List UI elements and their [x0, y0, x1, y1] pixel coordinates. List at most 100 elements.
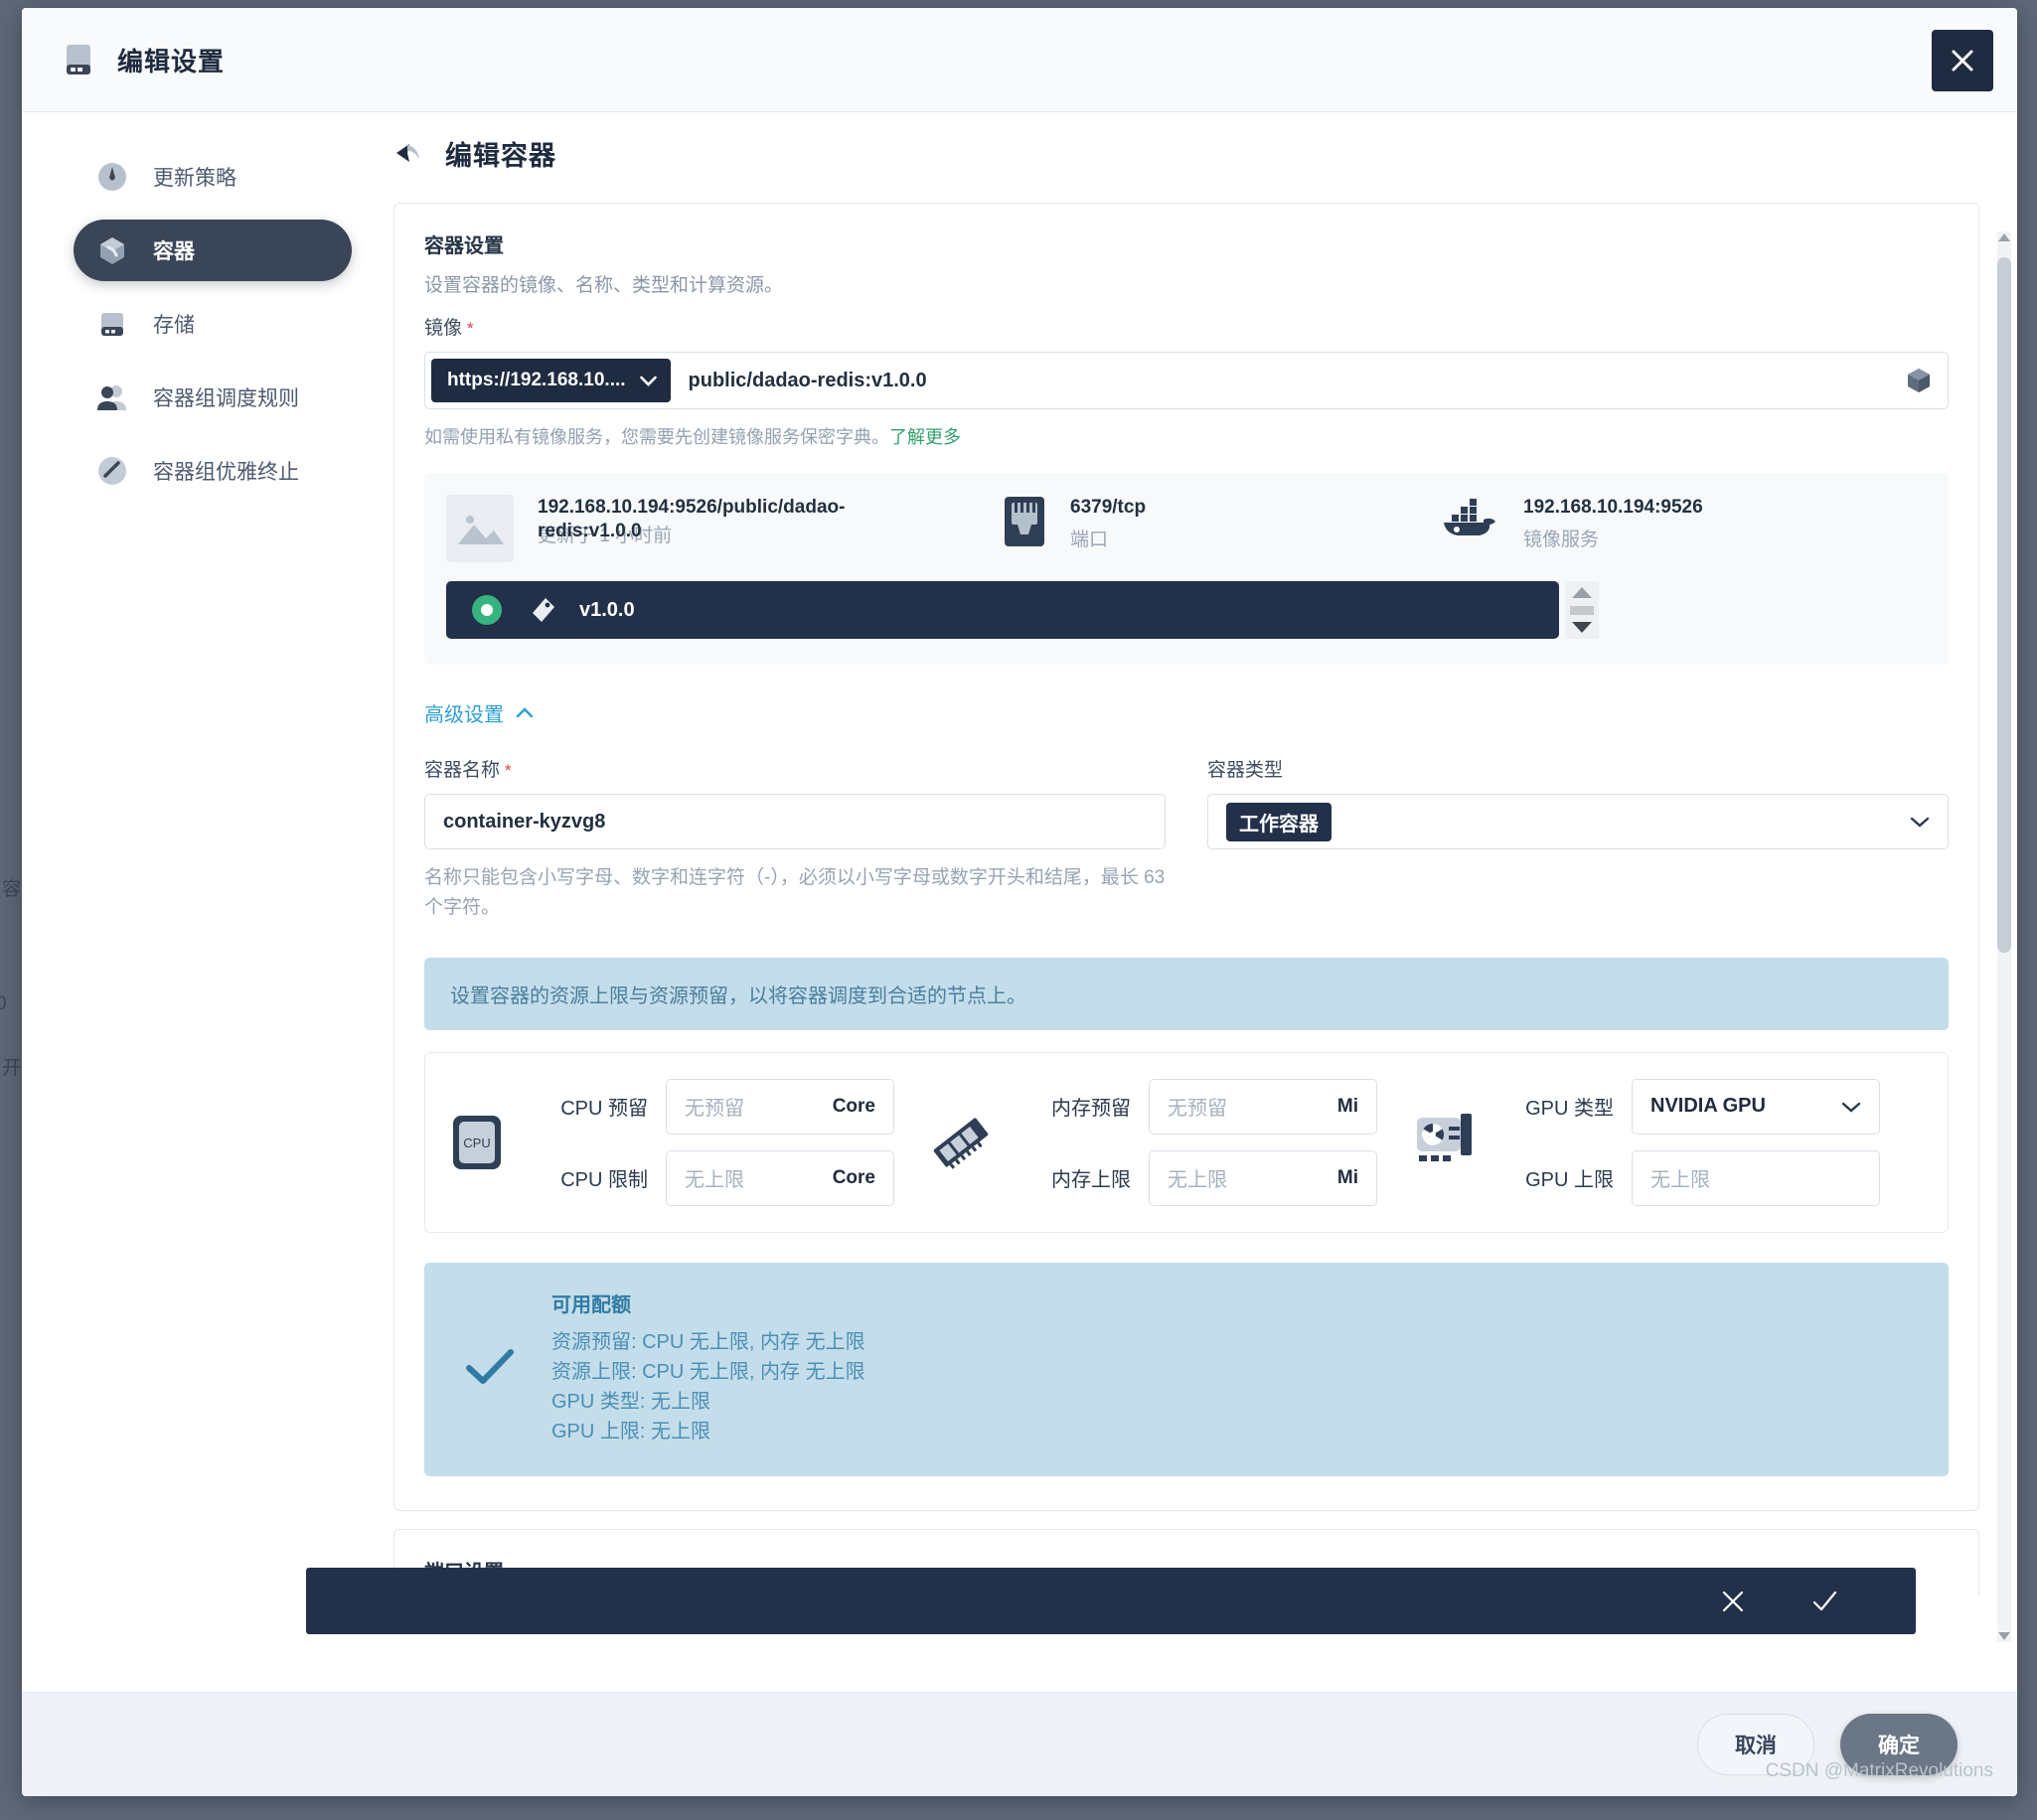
image-tag-row[interactable]: v1.0.0: [446, 581, 1599, 639]
container-name-value: container-kyzvg8: [443, 810, 606, 833]
cpu-limit-row: CPU 限制 无上限 Core: [529, 1149, 894, 1206]
registry-label: 镜像服务: [1523, 529, 1600, 550]
image-tag-label: v1.0.0: [579, 598, 635, 621]
main-scrollbar[interactable]: [1997, 231, 2011, 1642]
container-name-input[interactable]: container-kyzvg8: [424, 794, 1166, 849]
watermark: CSDN @MatrixRevolutions: [1765, 1760, 1993, 1781]
cpu-resource-group: CPU CPU 预留 无预留 Core CPU 限制 无上限 Core: [447, 1078, 894, 1206]
cube-icon[interactable]: [1902, 364, 1936, 397]
gpu-limit-input[interactable]: 无上限: [1632, 1149, 1880, 1206]
modal-body: 更新策略 容器 存储 容器组调度规则 容器组优雅终止 编辑容器 容器设置 设置容…: [22, 112, 2017, 1692]
scroll-down-icon[interactable]: [1572, 622, 1592, 633]
sidebar-item-pod-graceful-termination[interactable]: 容器组优雅终止: [74, 440, 352, 502]
sidebar-item-label: 更新策略: [153, 167, 236, 190]
people-icon: [95, 380, 129, 414]
close-icon: [1952, 50, 1973, 72]
sidebar-item-label: 容器: [153, 240, 195, 263]
sidebar-item-label: 容器组优雅终止: [153, 461, 299, 484]
container-type-select[interactable]: 工作容器: [1207, 794, 1949, 849]
chevron-up-icon: [516, 707, 534, 718]
gpu-resource-group: GPU 类型 NVIDIA GPU GPU 上限 无上限: [1413, 1078, 1880, 1206]
sidebar-item-container[interactable]: 容器: [74, 220, 352, 281]
image-hint-text: 如需使用私有镜像服务，您需要先创建镜像服务保密字典。: [424, 427, 889, 447]
quota-line: 资源预留: CPU 无上限, 内存 无上限: [551, 1330, 865, 1353]
image-field-label: 镜像 *: [424, 313, 1949, 340]
section-title: 容器设置: [424, 235, 504, 257]
image-info-col-image: 192.168.10.194:9526/public/dadao- 更新于 1 …: [446, 495, 1003, 567]
check-icon[interactable]: [1810, 1588, 1838, 1615]
gpu-type-row: GPU 类型 NVIDIA GPU: [1494, 1078, 1880, 1135]
cpu-reserve-input[interactable]: 无预留 Core: [666, 1078, 894, 1135]
background-ghost-text-1: 容: [2, 879, 22, 900]
close-button[interactable]: [1932, 30, 1993, 91]
gpu-type-value: NVIDIA GPU: [1650, 1095, 1766, 1118]
ethernet-port-icon: [1003, 495, 1046, 553]
x-icon[interactable]: [1719, 1588, 1747, 1615]
image-info-line2-overlap: 更新于 1 小时前 redis:v1.0.0: [538, 521, 845, 548]
memory-limit-label: 内存上限: [1051, 1169, 1131, 1192]
memory-reserve-row: 内存预留 无预留 Mi: [1012, 1078, 1377, 1135]
scroll-thumb[interactable]: [1570, 605, 1594, 615]
port-value: 6379/tcp: [1070, 497, 1147, 518]
scroll-up-icon[interactable]: [1572, 587, 1592, 598]
gpu-limit-placeholder: 无上限: [1650, 1169, 1710, 1192]
gpu-card-icon: [1413, 1112, 1473, 1173]
image-input[interactable]: https://192.168.10.... public/dadao-redi…: [424, 352, 1949, 409]
resource-settings-row: CPU CPU 预留 无预留 Core CPU 限制 无上限 Core 内存预留…: [424, 1051, 1949, 1233]
image-info-line1: 192.168.10.194:9526/public/dadao-: [538, 497, 846, 518]
quota-line: GPU 上限: 无上限: [551, 1420, 711, 1442]
container-settings-card: 容器设置 设置容器的镜像、名称、类型和计算资源。 镜像 * https://192…: [393, 203, 1979, 1511]
tag-icon: [528, 595, 557, 625]
scroll-thumb[interactable]: [1997, 257, 2011, 953]
quota-line: 资源上限: CPU 无上限, 内存 无上限: [551, 1360, 865, 1383]
cpu-reserve-label: CPU 预留: [560, 1098, 648, 1121]
svg-text:CPU: CPU: [463, 1136, 490, 1150]
advanced-settings-toggle[interactable]: 高级设置: [424, 698, 1949, 727]
check-icon: [464, 1346, 516, 1388]
memory-reserve-input[interactable]: 无预留 Mi: [1149, 1078, 1377, 1135]
modal-footer: 取消 确定: [22, 1692, 2017, 1796]
modal-header: 编辑设置: [22, 8, 2017, 112]
resource-notice-banner: 设置容器的资源上限与资源预留，以将容器调度到合适的节点上。: [424, 957, 1949, 1030]
main-scroll-area: 编辑容器 容器设置 设置容器的镜像、名称、类型和计算资源。 镜像 * https:…: [380, 134, 2017, 1594]
cpu-limit-label: CPU 限制: [560, 1169, 648, 1192]
sidebar-item-label: 容器组调度规则: [153, 387, 299, 410]
sidebar-item-update-policy[interactable]: 更新策略: [74, 146, 352, 208]
back-arrow-icon[interactable]: [393, 141, 423, 167]
learn-more-link[interactable]: 了解更多: [889, 427, 961, 447]
radio-selected-icon[interactable]: [472, 595, 502, 625]
edit-settings-modal: 编辑设置 更新策略 容器 存储 容器组调度规则 容器组优雅终止 编辑容器 容器设…: [22, 8, 2017, 1796]
advanced-settings-label: 高级设置: [424, 704, 504, 726]
scroll-down-icon[interactable]: [1998, 1632, 2010, 1640]
image-info-panel: 192.168.10.194:9526/public/dadao- 更新于 1 …: [424, 473, 1949, 665]
scroll-up-icon[interactable]: [1998, 233, 2010, 241]
container-name-label-text: 容器名称: [424, 760, 501, 781]
gpu-type-label: GPU 类型: [1525, 1098, 1614, 1121]
memory-reserve-unit: Mi: [1336, 1095, 1358, 1117]
gpu-type-select[interactable]: NVIDIA GPU: [1632, 1078, 1880, 1135]
sidebar-item-pod-scheduling-rules[interactable]: 容器组调度规则: [74, 367, 352, 428]
required-asterisk: *: [467, 319, 474, 338]
sidebar-item-storage[interactable]: 存储: [74, 293, 352, 355]
chevron-down-icon: [1841, 1102, 1861, 1113]
settings-sidebar: 更新策略 容器 存储 容器组调度规则 容器组优雅终止: [22, 112, 380, 1692]
registry-value: 192.168.10.194:9526: [1523, 497, 1703, 518]
cpu-limit-placeholder: 无上限: [685, 1169, 744, 1192]
registry-select[interactable]: https://192.168.10....: [431, 359, 671, 402]
memory-limit-input[interactable]: 无上限 Mi: [1149, 1149, 1377, 1206]
quota-title: 可用配额: [551, 1293, 631, 1316]
container-name-label: 容器名称 *: [424, 755, 1166, 782]
image-info-col-registry: 192.168.10.194:9526 镜像服务: [1440, 495, 1703, 551]
tag-list-scrollbar[interactable]: [1565, 581, 1599, 639]
image-placeholder-icon: [446, 495, 514, 567]
image-info-row: 192.168.10.194:9526/public/dadao- 更新于 1 …: [446, 495, 1927, 567]
memory-ram-icon: [930, 1112, 990, 1173]
container-icon: [95, 233, 129, 267]
required-asterisk: *: [505, 761, 512, 780]
cpu-limit-input[interactable]: 无上限 Core: [666, 1149, 894, 1206]
page-header: 编辑容器: [393, 134, 1979, 173]
memory-limit-placeholder: 无上限: [1168, 1169, 1227, 1192]
storage-icon: [95, 307, 129, 341]
gpu-limit-row: GPU 上限 无上限: [1494, 1149, 1880, 1206]
registry-select-value: https://192.168.10....: [447, 370, 626, 390]
